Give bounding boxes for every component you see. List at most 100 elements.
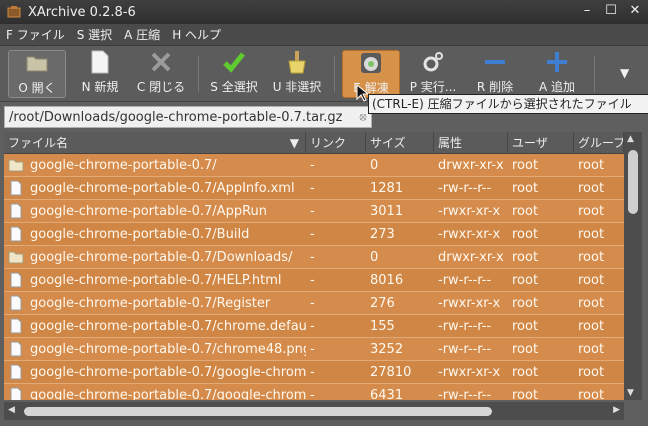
cell-size: 27810 (370, 364, 412, 380)
table-row[interactable]: google-chrome-portable-0.7/Build - 273 -rwx… (4, 223, 624, 246)
cell-filename: google-chrome-portable-0.7/chrome48.png (4, 338, 306, 361)
table-row[interactable]: google-chrome-portable-0.7/HELP.html - 801… (4, 269, 624, 292)
column-header-link[interactable]: リンク (306, 132, 366, 154)
menu-bar: F ファイル S 選択 A 圧縮 H ヘルプ (0, 24, 648, 46)
table-header: ファイル名 ▼ リンク サイズ 属性 ユーザ グループ (4, 132, 624, 154)
cell-size: 276 (370, 295, 395, 311)
cell-filename: google-chrome-portable-0.7/Register (4, 292, 306, 315)
menu-file[interactable]: F ファイル (6, 26, 65, 43)
cell-user: root (512, 295, 539, 311)
cell-link: - (310, 226, 315, 242)
filename-text: google-chrome-portable-0.7/google-chrom (30, 364, 306, 380)
table-row[interactable]: google-chrome-portable-0.7/google-chrom -… (4, 361, 624, 384)
extract-button[interactable]: E 解凍 (342, 50, 400, 98)
table-row[interactable]: google-chrome-portable-0.7/chrome.defau -… (4, 315, 624, 338)
scroll-down-icon[interactable]: ▼ (627, 388, 634, 398)
minus-icon (481, 50, 509, 74)
table-row[interactable]: google-chrome-portable-0.7/Downloads/ - 0 d… (4, 246, 624, 269)
cell-filename: google-chrome-portable-0.7/google-chrom (4, 384, 306, 400)
table-row[interactable]: google-chrome-portable-0.7/AppRun - 3011 -r… (4, 200, 624, 223)
table-row[interactable]: google-chrome-portable-0.7/google-chrom -… (4, 384, 624, 400)
cell-link: - (310, 364, 315, 380)
extract-tooltip: (CTRL-E) 圧縮ファイルから選択されたファイル (368, 94, 648, 114)
cell-attributes: drwxr-xr-x (438, 249, 504, 265)
maximize-button[interactable]: ☐ (604, 3, 618, 18)
vertical-scrollbar[interactable]: ▲ ▼ (624, 132, 642, 400)
toolbar-overflow-button[interactable]: ▼ (620, 66, 629, 80)
column-header-group[interactable]: グループ (574, 132, 624, 154)
broom-icon (283, 50, 311, 74)
table-row[interactable]: google-chrome-portable-0.7/Register - 276 -… (4, 292, 624, 315)
cell-user: root (512, 203, 539, 219)
cell-size: 155 (370, 318, 395, 334)
cell-user: root (512, 318, 539, 334)
cell-filename: google-chrome-portable-0.7/google-chrom (4, 361, 306, 384)
cell-attributes: -rwxr-xr-x (438, 203, 501, 219)
cell-user: root (512, 226, 539, 242)
delete-button[interactable]: R 削除 (466, 50, 524, 98)
table-row[interactable]: google-chrome-portable-0.7/chrome48.png -… (4, 338, 624, 361)
filename-text: google-chrome-portable-0.7/Downloads/ (30, 249, 293, 265)
cell-attributes: -rw-r--r-- (438, 272, 492, 288)
open-button[interactable]: O 開く (8, 50, 66, 98)
cell-filename: google-chrome-portable-0.7/ (4, 154, 306, 177)
select-all-button[interactable]: S 全選択 (204, 50, 264, 98)
toolbar-separator (594, 56, 595, 92)
table-row[interactable]: google-chrome-portable-0.7/ - 0 drwxr-xr-x r… (4, 154, 624, 177)
filename-text: google-chrome-portable-0.7/HELP.html (30, 272, 282, 288)
cell-user: root (512, 272, 539, 288)
horizontal-scrollbar[interactable]: ◀ ▶ (4, 402, 624, 420)
cell-group: root (578, 157, 605, 173)
file-icon (10, 180, 22, 196)
filename-text: google-chrome-portable-0.7/AppRun (30, 203, 268, 219)
add-button[interactable]: A 追加 (528, 50, 586, 98)
archive-path-text: /root/Downloads/google-chrome-portable-0… (9, 109, 343, 125)
scroll-left-icon[interactable]: ◀ (8, 405, 15, 415)
deselect-button[interactable]: U 非選択 (268, 50, 326, 98)
close-x-icon (147, 50, 175, 74)
cell-user: root (512, 364, 539, 380)
filename-text: google-chrome-portable-0.7/Register (30, 295, 271, 311)
archive-path-field[interactable]: /root/Downloads/google-chrome-portable-0… (4, 106, 372, 128)
cell-size: 6431 (370, 387, 404, 401)
cell-group: root (578, 318, 605, 334)
cell-user: root (512, 341, 539, 357)
cell-filename: google-chrome-portable-0.7/AppInfo.xml (4, 177, 306, 200)
cell-link: - (310, 341, 315, 357)
new-button[interactable]: N 新規 (72, 50, 128, 98)
cell-link: - (310, 180, 315, 196)
file-icon (10, 341, 22, 357)
scroll-right-icon[interactable]: ▶ (613, 405, 620, 415)
cell-group: root (578, 364, 605, 380)
close-window-button[interactable]: ✕ (628, 3, 642, 18)
close-button[interactable]: C 閉じる (130, 50, 192, 98)
menu-select[interactable]: S 選択 (77, 26, 112, 43)
file-icon (10, 364, 22, 380)
minimize-button[interactable]: – (580, 3, 594, 18)
mouse-cursor-icon (356, 84, 368, 102)
cell-link: - (310, 157, 315, 173)
cell-filename: google-chrome-portable-0.7/AppRun (4, 200, 306, 223)
column-header-size[interactable]: サイズ (366, 132, 434, 154)
cell-group: root (578, 272, 605, 288)
menu-compress[interactable]: A 圧縮 (124, 26, 160, 43)
file-table: ファイル名 ▼ リンク サイズ 属性 ユーザ グループ google-chrom… (4, 132, 624, 400)
new-document-icon (86, 50, 114, 74)
cell-attributes: -rwxr-xr-x (438, 226, 501, 242)
toolbar-separator (334, 56, 335, 92)
scroll-up-icon[interactable]: ▲ (627, 134, 634, 144)
plus-icon (543, 50, 571, 74)
cell-attributes: -rw-r--r-- (438, 180, 492, 196)
menu-help[interactable]: H ヘルプ (172, 26, 221, 43)
cell-link: - (310, 203, 315, 219)
cell-group: root (578, 249, 605, 265)
horizontal-scroll-thumb[interactable] (24, 407, 492, 416)
column-header-user[interactable]: ユーザ (508, 132, 574, 154)
vertical-scroll-thumb[interactable] (628, 150, 638, 214)
run-button[interactable]: P 実行... (404, 50, 462, 98)
column-header-attributes[interactable]: 属性 (434, 132, 508, 154)
cell-user: root (512, 157, 539, 173)
table-row[interactable]: google-chrome-portable-0.7/AppInfo.xml - 1… (4, 177, 624, 200)
column-header-name[interactable]: ファイル名 ▼ (4, 132, 306, 154)
file-icon (10, 318, 22, 334)
